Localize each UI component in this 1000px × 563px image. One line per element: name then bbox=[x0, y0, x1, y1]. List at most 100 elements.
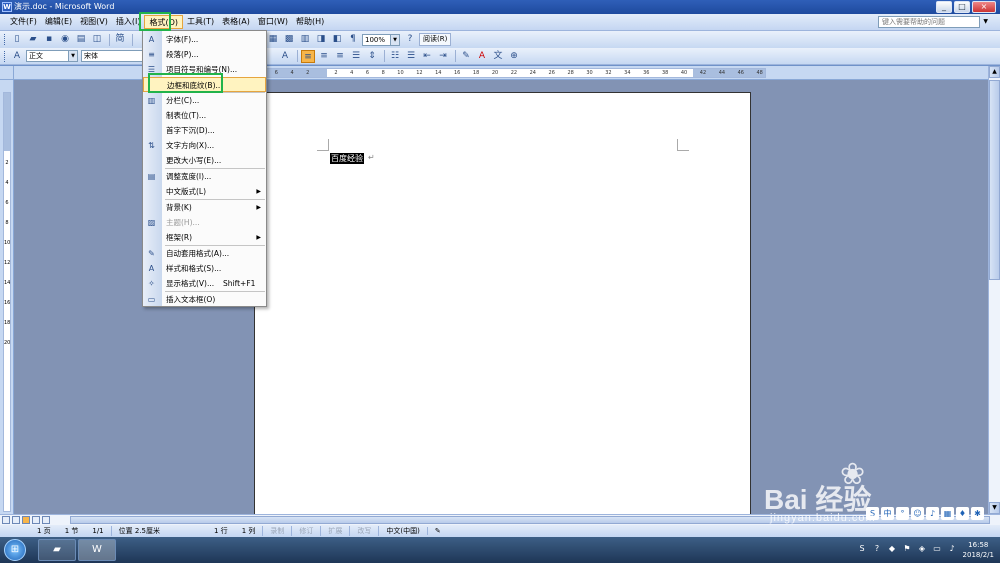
zoom-combo[interactable]: 100% ▼ bbox=[362, 33, 400, 46]
print-view-icon[interactable] bbox=[22, 516, 30, 524]
format-menu-item[interactable]: ✧ 显示格式(V)... Shift+F1 bbox=[143, 276, 266, 291]
status-extend[interactable]: 扩展 bbox=[320, 526, 349, 536]
word-taskbar-icon[interactable]: W bbox=[78, 539, 116, 561]
toolbar-grip[interactable] bbox=[4, 34, 7, 45]
menu-help[interactable]: 帮助(H) bbox=[292, 15, 328, 29]
highlight-icon[interactable]: ✎ bbox=[459, 50, 473, 63]
volume-tray-icon[interactable]: ♪ bbox=[946, 543, 958, 555]
format-menu-item[interactable]: ▥ 分栏(C)... bbox=[143, 93, 266, 108]
columns-toolbar-icon[interactable]: ▥ bbox=[298, 33, 312, 46]
format-menu-item[interactable]: 制表位(T)... bbox=[143, 108, 266, 123]
help-search-input[interactable]: 键入需要帮助的问题 bbox=[878, 16, 980, 28]
style-combo[interactable]: 正文 ▼ bbox=[26, 50, 78, 62]
font-color-icon[interactable]: A bbox=[475, 50, 489, 63]
drawing-icon[interactable]: ◨ bbox=[314, 33, 328, 46]
reading-view-icon[interactable] bbox=[42, 516, 50, 524]
vertical-ruler-ticks: 2 4 6 8 10 12 14 16 18 20 bbox=[4, 153, 10, 353]
normal-view-icon[interactable] bbox=[2, 516, 10, 524]
help-icon[interactable]: ? bbox=[403, 33, 417, 46]
start-button-icon[interactable]: ⊞ bbox=[4, 539, 26, 561]
line-spacing-icon[interactable]: ⇕ bbox=[365, 50, 379, 63]
web-view-icon[interactable] bbox=[12, 516, 20, 524]
scroll-up-icon[interactable]: ▲ bbox=[989, 66, 1000, 78]
phonetic-guide-icon[interactable]: 文 bbox=[491, 50, 505, 63]
permission-icon[interactable]: ◉ bbox=[58, 33, 72, 46]
format-menu-item[interactable]: 背景(K) ▶ bbox=[143, 200, 266, 215]
format-menu-item[interactable]: ▭ 插入文本框(O) bbox=[143, 292, 266, 307]
read-mode-button[interactable]: 阅读(R) bbox=[419, 33, 452, 46]
network-tray-icon[interactable]: ◆ bbox=[886, 543, 898, 555]
menu-file[interactable]: 文件(F) bbox=[6, 15, 41, 29]
annotation-box-format-menu bbox=[139, 12, 171, 31]
save-icon[interactable]: ▪ bbox=[42, 33, 56, 46]
scrollbar-thumb[interactable] bbox=[989, 80, 1000, 280]
vertical-scrollbar[interactable]: ▲ ▼ bbox=[988, 66, 1000, 514]
selected-document-text[interactable]: 百度经验 bbox=[330, 153, 364, 164]
document-map-icon[interactable]: ◧ bbox=[330, 33, 344, 46]
align-center-icon[interactable]: ≡ bbox=[317, 50, 331, 63]
ruler-tick-label: 36 bbox=[643, 70, 650, 76]
open-folder-icon[interactable]: ▰ bbox=[26, 33, 40, 46]
distributed-icon[interactable]: ☰ bbox=[349, 50, 363, 63]
bullets-toolbar-icon[interactable]: ☰ bbox=[404, 50, 418, 63]
show-hide-icon[interactable]: ¶ bbox=[346, 33, 360, 46]
format-menu-item[interactable]: ▤ 调整宽度(I)... bbox=[143, 169, 266, 184]
format-menu-item[interactable]: A 字体(F)... bbox=[143, 32, 266, 47]
close-button[interactable]: × bbox=[972, 1, 996, 13]
help-dropdown-arrow-icon[interactable]: ▼ bbox=[983, 18, 988, 25]
help-tray-icon[interactable]: ? bbox=[871, 543, 883, 555]
format-menu-item[interactable]: A 样式和格式(S)... bbox=[143, 261, 266, 276]
document-page[interactable]: 百度经验 ↵ bbox=[254, 92, 751, 514]
menu-view[interactable]: 视图(V) bbox=[76, 15, 112, 29]
table-icon[interactable]: ▦ bbox=[266, 33, 280, 46]
spelling-check-icon[interactable]: ✎ bbox=[426, 527, 448, 535]
format-menu-item[interactable]: ✎ 自动套用格式(A)... bbox=[143, 246, 266, 261]
styles-pane-icon[interactable]: A bbox=[10, 50, 24, 63]
format-menu-item[interactable]: ≡ 段落(P)... bbox=[143, 47, 266, 62]
minimize-button[interactable]: _ bbox=[936, 1, 952, 13]
format-menu-item[interactable]: 首字下沉(D)... bbox=[143, 123, 266, 138]
align-right-icon[interactable]: ≡ bbox=[333, 50, 347, 63]
taskbar-clock[interactable]: 16:58 2018/2/1 bbox=[963, 540, 994, 560]
style-dropdown-icon[interactable]: ▼ bbox=[68, 51, 77, 61]
font-combo[interactable]: 宋体 bbox=[81, 50, 147, 62]
ruler-corner[interactable] bbox=[0, 66, 14, 80]
format-menu-item[interactable]: ▨ 主题(H)... bbox=[143, 215, 266, 230]
excel-table-icon[interactable]: ▩ bbox=[282, 33, 296, 46]
format-menu-item[interactable]: 中文版式(L) ▶ bbox=[143, 184, 266, 199]
restore-button[interactable]: □ bbox=[954, 1, 970, 13]
zoom-dropdown-icon[interactable]: ▼ bbox=[390, 34, 399, 45]
menu-tools[interactable]: 工具(T) bbox=[183, 15, 218, 29]
menu-edit[interactable]: 编辑(E) bbox=[41, 15, 76, 29]
justify-icon[interactable]: ≡ bbox=[301, 49, 315, 63]
status-record[interactable]: 录制 bbox=[262, 526, 291, 536]
menu-window[interactable]: 窗口(W) bbox=[254, 15, 292, 29]
flag-tray-icon[interactable]: ⚑ bbox=[901, 543, 913, 555]
print-preview-icon[interactable]: ◫ bbox=[90, 33, 104, 46]
status-overtype[interactable]: 改写 bbox=[349, 526, 378, 536]
character-scaling-icon[interactable]: A bbox=[278, 50, 292, 63]
numbering-icon[interactable]: ☷ bbox=[388, 50, 402, 63]
status-track-changes[interactable]: 修订 bbox=[291, 526, 320, 536]
explorer-taskbar-icon[interactable]: ▰ bbox=[38, 539, 76, 561]
format-menu-item[interactable]: ⇅ 文字方向(X)... bbox=[143, 138, 266, 153]
enclose-character-icon[interactable]: ⊕ bbox=[507, 50, 521, 63]
toolbar-grip[interactable] bbox=[4, 50, 7, 62]
format-menu-item[interactable]: 框架(R) ▶ bbox=[143, 230, 266, 245]
vertical-ruler[interactable]: 2 4 6 8 10 12 14 16 18 20 bbox=[0, 80, 14, 514]
outline-view-icon[interactable] bbox=[32, 516, 40, 524]
format-menu-item[interactable]: 更改大小写(E)... bbox=[143, 153, 266, 168]
sogou-tray-icon[interactable]: S bbox=[856, 543, 868, 555]
new-document-icon[interactable]: ▯ bbox=[10, 33, 24, 46]
menu-item-label: 插入文本框(O) bbox=[166, 295, 216, 304]
shield-tray-icon[interactable]: ◈ bbox=[916, 543, 928, 555]
menu-table[interactable]: 表格(A) bbox=[218, 15, 254, 29]
increase-indent-icon[interactable]: ⇥ bbox=[436, 50, 450, 63]
decrease-indent-icon[interactable]: ⇤ bbox=[420, 50, 434, 63]
ruler-tick-label: 34 bbox=[624, 70, 631, 76]
monitor-tray-icon[interactable]: ▭ bbox=[931, 543, 943, 555]
print-icon[interactable]: ▤ bbox=[74, 33, 88, 46]
ime-tools-icon[interactable]: ✱ bbox=[971, 507, 984, 520]
simplified-chinese-icon[interactable]: 简 bbox=[113, 33, 127, 46]
status-language: 中文(中国) bbox=[378, 526, 426, 536]
